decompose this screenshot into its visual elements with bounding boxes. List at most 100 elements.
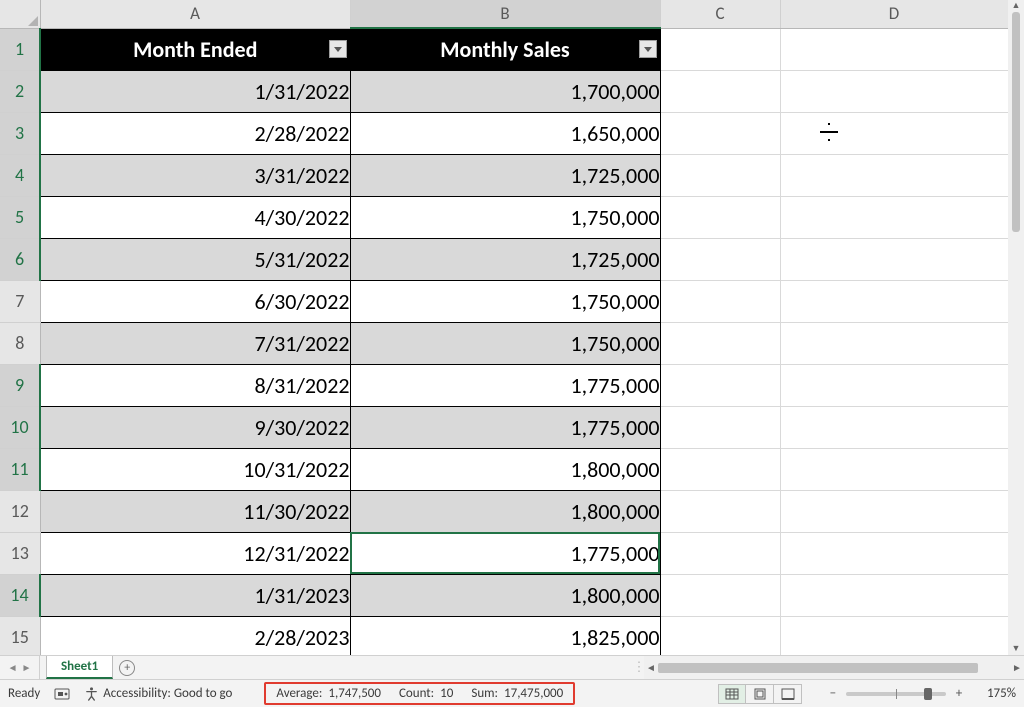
cell[interactable]	[660, 448, 780, 490]
cell[interactable]: 8/31/2022	[40, 364, 350, 406]
row-header[interactable]: 1	[0, 28, 40, 70]
macro-record-icon[interactable]	[54, 686, 70, 702]
cell[interactable]: 1,725,000	[350, 154, 660, 196]
cell[interactable]: 2/28/2022	[40, 112, 350, 154]
cell[interactable]: 1,700,000	[350, 70, 660, 112]
cell[interactable]: 9/30/2022	[40, 406, 350, 448]
scroll-right-arrow[interactable]: ►	[1010, 661, 1024, 674]
cell[interactable]	[660, 406, 780, 448]
tab-split-handle[interactable]: ⋮	[634, 656, 644, 679]
cell[interactable]	[780, 196, 1008, 238]
column-header-C[interactable]: C	[660, 0, 780, 28]
view-normal-button[interactable]	[718, 684, 746, 704]
cell[interactable]: 7/31/2022	[40, 322, 350, 364]
cell[interactable]: 1/31/2022	[40, 70, 350, 112]
cell[interactable]	[660, 196, 780, 238]
scroll-thumb[interactable]	[1012, 12, 1020, 232]
cell[interactable]	[780, 280, 1008, 322]
row-header[interactable]: 10	[0, 406, 40, 448]
cell[interactable]: 1,775,000	[350, 406, 660, 448]
row-header[interactable]: 3	[0, 112, 40, 154]
sheet-tab[interactable]: Sheet1	[46, 656, 113, 679]
horizontal-scrollbar[interactable]: ◄ ►	[644, 656, 1024, 679]
cell[interactable]: 1,775,000	[350, 364, 660, 406]
cell[interactable]	[780, 70, 1008, 112]
row-header[interactable]: 13	[0, 532, 40, 574]
zoom-level[interactable]: 175%	[972, 686, 1016, 701]
row-header[interactable]: 8	[0, 322, 40, 364]
cell[interactable]	[780, 364, 1008, 406]
cell[interactable]: 12/31/2022	[40, 532, 350, 574]
cell[interactable]	[660, 70, 780, 112]
cell[interactable]	[780, 322, 1008, 364]
scroll-thumb[interactable]	[658, 663, 978, 673]
view-page-break-button[interactable]	[774, 684, 802, 704]
column-header-B[interactable]: B	[350, 0, 660, 28]
zoom-out-button[interactable]: −	[826, 686, 840, 701]
table-header-cell[interactable]: Month Ended	[40, 28, 350, 70]
cell[interactable]: 3/31/2022	[40, 154, 350, 196]
cell[interactable]: 1,750,000	[350, 280, 660, 322]
row-header[interactable]: 12	[0, 490, 40, 532]
cell[interactable]: 2/28/2023	[40, 616, 350, 658]
filter-dropdown-button[interactable]	[329, 40, 347, 58]
table-header-cell[interactable]: Monthly Sales	[350, 28, 660, 70]
cell[interactable]: 1,800,000	[350, 490, 660, 532]
cell[interactable]	[780, 616, 1008, 658]
vertical-scrollbar[interactable]: ▲ ▼	[1008, 0, 1024, 655]
cell[interactable]: 1,750,000	[350, 322, 660, 364]
cell[interactable]	[780, 406, 1008, 448]
cell[interactable]	[660, 154, 780, 196]
cell[interactable]: 5/31/2022	[40, 238, 350, 280]
row-header[interactable]: 7	[0, 280, 40, 322]
view-page-layout-button[interactable]	[746, 684, 774, 704]
cell[interactable]: 1,725,000	[350, 238, 660, 280]
cell[interactable]	[660, 322, 780, 364]
row-header[interactable]: 5	[0, 196, 40, 238]
zoom-slider-knob[interactable]	[924, 688, 932, 700]
cell[interactable]	[660, 532, 780, 574]
column-header-D[interactable]: D	[780, 0, 1008, 28]
zoom-slider[interactable]	[846, 692, 946, 696]
cell[interactable]	[780, 490, 1008, 532]
cell[interactable]: 1,800,000	[350, 448, 660, 490]
row-header[interactable]: 4	[0, 154, 40, 196]
cell[interactable]	[660, 280, 780, 322]
row-header[interactable]: 6	[0, 238, 40, 280]
cell[interactable]	[780, 154, 1008, 196]
cell[interactable]	[660, 490, 780, 532]
cell[interactable]	[660, 616, 780, 658]
cell[interactable]	[660, 28, 780, 70]
cell[interactable]	[660, 238, 780, 280]
cell[interactable]	[660, 574, 780, 616]
scroll-left-arrow[interactable]: ◄	[644, 661, 658, 674]
zoom-in-button[interactable]: +	[952, 686, 966, 701]
cell[interactable]	[780, 574, 1008, 616]
accessibility-status[interactable]: Accessibility: Good to go	[84, 686, 232, 701]
cell[interactable]	[780, 238, 1008, 280]
row-header[interactable]: 2	[0, 70, 40, 112]
row-header[interactable]: 15	[0, 616, 40, 658]
cell[interactable]: 1,750,000	[350, 196, 660, 238]
scroll-down-arrow[interactable]: ▼	[1008, 643, 1024, 655]
cell[interactable]: 1,800,000	[350, 574, 660, 616]
scroll-up-arrow[interactable]: ▲	[1008, 0, 1024, 12]
cell[interactable]	[780, 28, 1008, 70]
cell[interactable]	[780, 448, 1008, 490]
cell[interactable]	[660, 112, 780, 154]
filter-dropdown-button[interactable]	[639, 40, 657, 58]
cell[interactable]	[780, 112, 1008, 154]
cell[interactable]: 10/31/2022	[40, 448, 350, 490]
spreadsheet-grid[interactable]: A B C D 1 Month Ended Monthly Sales	[0, 0, 1008, 655]
cell[interactable]: 1,650,000	[350, 112, 660, 154]
cell[interactable]	[660, 364, 780, 406]
row-header[interactable]: 9	[0, 364, 40, 406]
column-header-A[interactable]: A	[40, 0, 350, 28]
cell[interactable]: 1/31/2023	[40, 574, 350, 616]
select-all-corner[interactable]	[0, 0, 40, 28]
new-sheet-button[interactable]: +	[113, 656, 141, 679]
tab-nav-buttons[interactable]: ◄►	[0, 656, 40, 679]
row-header[interactable]: 11	[0, 448, 40, 490]
cell[interactable]: 6/30/2022	[40, 280, 350, 322]
cell[interactable]: 1,825,000	[350, 616, 660, 658]
